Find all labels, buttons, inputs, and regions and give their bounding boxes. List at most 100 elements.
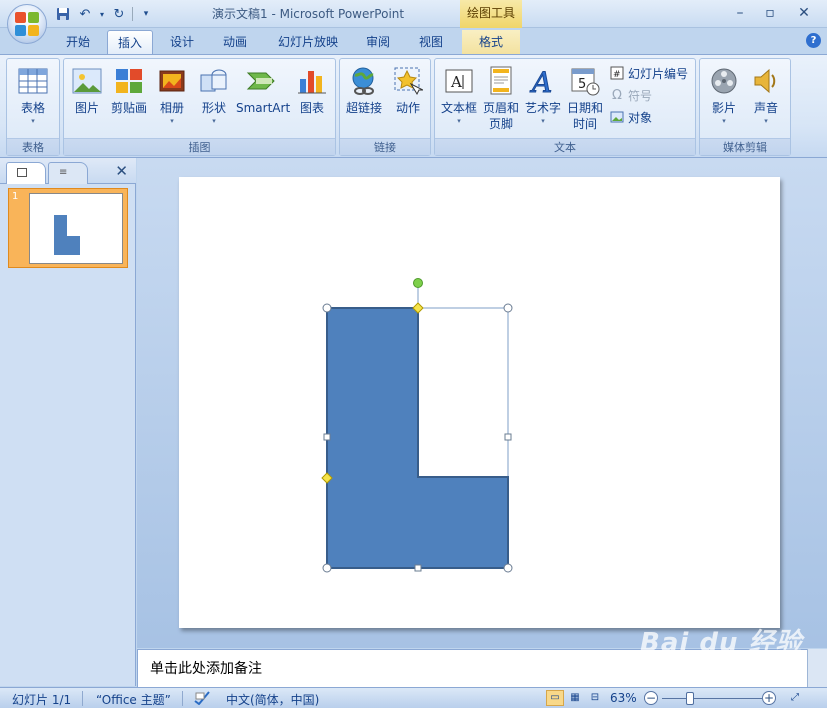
slide-editor: [137, 158, 827, 648]
outline-tab-icon: ≡: [59, 167, 68, 178]
spellcheck-icon[interactable]: [194, 691, 210, 708]
symbol-button[interactable]: Ω 符号: [609, 85, 652, 105]
smartart-icon: [246, 65, 278, 97]
resize-handle-sw: [322, 563, 332, 573]
minimize-button[interactable]: –: [725, 2, 755, 24]
drawing-tools-context-title: 绘图工具: [460, 0, 522, 28]
slide-sorter-view-button[interactable]: ▦: [566, 690, 584, 706]
save-icon[interactable]: [54, 5, 72, 23]
group-label-illustrations: 插图: [64, 138, 335, 155]
header-footer-label-2: 页脚: [488, 117, 513, 131]
group-label-table: 表格: [7, 138, 59, 155]
group-label-media: 媒体剪辑: [700, 138, 790, 155]
office-button[interactable]: [7, 4, 47, 44]
hyperlink-label: 超链接: [345, 101, 382, 115]
zoom-out-icon[interactable]: −: [644, 691, 658, 705]
fit-to-window-icon[interactable]: ⤢: [786, 690, 804, 706]
quick-access-toolbar: ↶ ▾ ↻ ▾: [54, 4, 155, 24]
window-title: 演示文稿1 - Microsoft PowerPoint: [212, 7, 405, 21]
zoom-slider-thumb[interactable]: [686, 692, 694, 705]
outline-tab[interactable]: ≡: [48, 162, 88, 184]
customize-qat-icon[interactable]: ▾: [137, 5, 155, 23]
shapes-button[interactable]: 形状 ▾: [194, 61, 234, 126]
help-icon[interactable]: ?: [806, 33, 821, 48]
picture-button[interactable]: 图片: [68, 61, 106, 116]
smartart-button[interactable]: SmartArt: [236, 61, 290, 116]
movie-label: 影片: [711, 101, 736, 115]
slide-thumbnail: [29, 193, 123, 264]
zoom-in-icon[interactable]: +: [762, 691, 776, 705]
slide-thumbnail-selected[interactable]: 1: [8, 188, 128, 268]
wordart-button[interactable]: A 艺术字 ▾: [523, 61, 563, 126]
close-button[interactable]: ✕: [789, 2, 819, 24]
undo-dropdown-icon[interactable]: ▾: [98, 5, 106, 23]
wordart-icon: A: [527, 65, 559, 97]
status-separator: [182, 691, 183, 706]
wordart-label: 艺术字: [524, 101, 561, 115]
maximize-button[interactable]: ▫: [755, 2, 785, 24]
picture-label: 图片: [74, 101, 99, 115]
group-text: A 文本框 ▾ 页眉和 页脚 A 艺术字 ▾ 5 日期和 时间 # 幻灯片编号 …: [434, 58, 696, 156]
slides-tab[interactable]: [6, 162, 46, 184]
textbox-button[interactable]: A 文本框 ▾: [439, 61, 479, 126]
table-button[interactable]: 表格 ▾: [11, 61, 55, 126]
undo-icon[interactable]: ↶: [76, 5, 94, 23]
tab-view[interactable]: 视图: [409, 30, 453, 54]
tab-design[interactable]: 设计: [160, 30, 204, 54]
close-pane-icon[interactable]: ✕: [115, 162, 128, 180]
svg-text:#: #: [613, 70, 621, 80]
header-footer-icon: [485, 65, 517, 97]
svg-text:A: A: [450, 73, 462, 91]
slide-count: 幻灯片 1/1: [12, 693, 72, 707]
slides-pane: ≡ ✕ 1: [0, 158, 136, 686]
sound-button[interactable]: 声音 ▾: [746, 61, 786, 126]
group-illustrations: 图片 剪贴画 相册 ▾ 形状 ▾ SmartArt 图表 插图: [63, 58, 336, 156]
sound-icon: [750, 65, 782, 97]
clipart-button[interactable]: 剪贴画: [108, 61, 150, 116]
header-footer-button[interactable]: 页眉和 页脚: [481, 61, 521, 132]
slideshow-view-button[interactable]: ⊟: [586, 690, 604, 706]
redo-icon[interactable]: ↻: [110, 5, 128, 23]
table-label: 表格: [20, 101, 45, 115]
textbox-dropdown-icon: ▾: [457, 117, 461, 125]
picture-icon: [71, 65, 103, 97]
status-separator: [82, 691, 83, 706]
textbox-label: 文本框: [440, 101, 477, 115]
slide-number: 1: [12, 191, 19, 202]
header-footer-label: 页眉和: [482, 101, 519, 115]
date-time-label: 日期和: [566, 101, 603, 115]
resize-handle-w: [323, 433, 331, 441]
tab-home[interactable]: 开始: [56, 30, 100, 54]
slide-canvas[interactable]: [179, 177, 780, 628]
hyperlink-icon: [348, 65, 380, 97]
tab-slideshow[interactable]: 幻灯片放映: [270, 30, 346, 54]
language[interactable]: 中文(简体，中国): [226, 691, 319, 708]
action-button[interactable]: 动作: [388, 61, 428, 116]
baidu-watermark: Bai du 经验 jingyan.baidu.com: [640, 622, 803, 665]
vertical-scrollbar[interactable]: [807, 649, 827, 687]
zoom-slider-track[interactable]: [662, 698, 762, 699]
thumbnail-l-shape: [54, 215, 80, 255]
tab-review[interactable]: 审阅: [356, 30, 400, 54]
resize-handle-e: [504, 433, 512, 441]
tab-animation[interactable]: 动画: [213, 30, 257, 54]
svg-text:5: 5: [578, 77, 586, 92]
movie-icon: [708, 65, 740, 97]
rotation-handle: [413, 278, 423, 288]
slide-number-button[interactable]: # 幻灯片编号: [609, 63, 688, 83]
chart-button[interactable]: 图表: [292, 61, 332, 116]
object-button[interactable]: 对象: [609, 107, 652, 127]
title-bar: ↶ ▾ ↻ ▾ 演示文稿1 - Microsoft PowerPoint 绘图工…: [0, 0, 827, 28]
date-time-button[interactable]: 5 日期和 时间: [565, 61, 605, 132]
tab-insert[interactable]: 插入: [107, 30, 153, 54]
date-time-label-2: 时间: [572, 117, 597, 131]
shapes-dropdown-icon: ▾: [212, 117, 216, 125]
group-table: 表格 ▾ 表格: [6, 58, 60, 156]
group-links: 超链接 动作 链接: [339, 58, 431, 156]
movie-button[interactable]: 影片 ▾: [704, 61, 744, 126]
tab-format[interactable]: 格式: [462, 30, 520, 54]
photo-album-button[interactable]: 相册 ▾: [152, 61, 192, 126]
hyperlink-button[interactable]: 超链接: [342, 61, 386, 116]
zoom-level[interactable]: 63%: [610, 691, 637, 705]
normal-view-button[interactable]: ▭: [546, 690, 564, 706]
